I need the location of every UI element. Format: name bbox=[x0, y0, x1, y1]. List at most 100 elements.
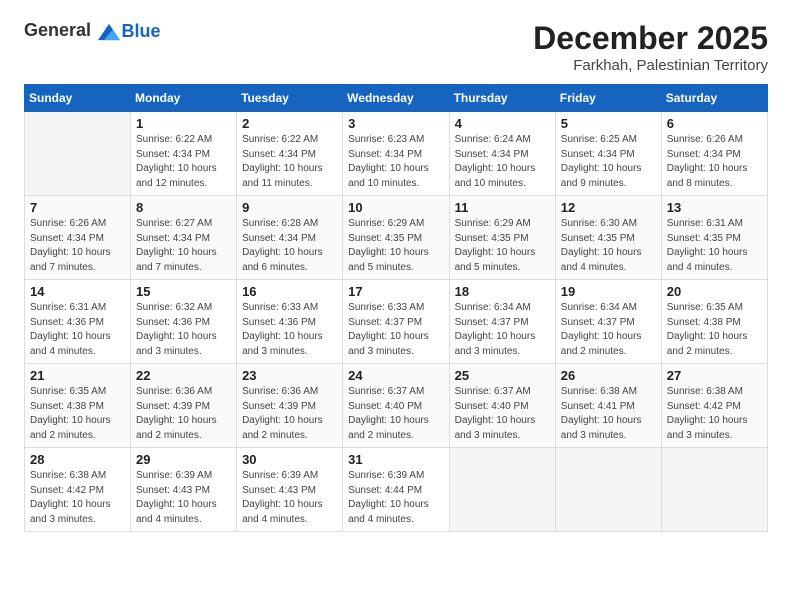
day-number: 24 bbox=[348, 368, 443, 383]
day-info: Sunrise: 6:26 AM Sunset: 4:34 PM Dayligh… bbox=[30, 218, 111, 273]
day-number: 9 bbox=[242, 200, 337, 215]
day-number: 5 bbox=[561, 116, 656, 131]
day-number: 16 bbox=[242, 284, 337, 299]
day-number: 30 bbox=[242, 452, 337, 467]
title-block: December 2025 Farkhah, Palestinian Terri… bbox=[533, 20, 768, 74]
calendar-cell: 1 Sunrise: 6:22 AM Sunset: 4:34 PM Daylig… bbox=[131, 112, 237, 196]
column-header-saturday: Saturday bbox=[661, 85, 767, 112]
day-info: Sunrise: 6:37 AM Sunset: 4:40 PM Dayligh… bbox=[348, 386, 429, 441]
calendar-cell: 8Sunrise: 6:27 AM Sunset: 4:34 PM Daylig… bbox=[131, 196, 237, 280]
logo-icon bbox=[98, 21, 120, 43]
day-number: 27 bbox=[667, 368, 762, 383]
day-info: Sunrise: 6:37 AM Sunset: 4:40 PM Dayligh… bbox=[455, 386, 536, 441]
calendar-cell: 28Sunrise: 6:38 AM Sunset: 4:42 PM Dayli… bbox=[25, 448, 131, 532]
day-info: Sunrise: 6:23 AM Sunset: 4:34 PM Dayligh… bbox=[348, 134, 429, 189]
logo-text-general: General bbox=[24, 20, 91, 40]
calendar-cell: 7 Sunrise: 6:26 AM Sunset: 4:34 PM Daylig… bbox=[25, 196, 131, 280]
calendar-cell: 3 Sunrise: 6:23 AM Sunset: 4:34 PM Daylig… bbox=[343, 112, 449, 196]
calendar-cell: 29Sunrise: 6:39 AM Sunset: 4:43 PM Dayli… bbox=[131, 448, 237, 532]
day-info: Sunrise: 6:28 AM Sunset: 4:34 PM Dayligh… bbox=[242, 218, 323, 273]
calendar-cell bbox=[25, 112, 131, 196]
day-info: Sunrise: 6:35 AM Sunset: 4:38 PM Dayligh… bbox=[667, 302, 748, 357]
calendar-cell: 26Sunrise: 6:38 AM Sunset: 4:41 PM Dayli… bbox=[555, 364, 661, 448]
day-number: 8 bbox=[136, 200, 231, 215]
day-number: 6 bbox=[667, 116, 762, 131]
day-info: Sunrise: 6:31 AM Sunset: 4:36 PM Dayligh… bbox=[30, 302, 111, 357]
day-number: 7 bbox=[30, 200, 125, 215]
day-info: Sunrise: 6:36 AM Sunset: 4:39 PM Dayligh… bbox=[242, 386, 323, 441]
day-info: Sunrise: 6:30 AM Sunset: 4:35 PM Dayligh… bbox=[561, 218, 642, 273]
day-number: 14 bbox=[30, 284, 125, 299]
column-header-sunday: Sunday bbox=[25, 85, 131, 112]
calendar-header-row: SundayMondayTuesdayWednesdayThursdayFrid… bbox=[25, 85, 768, 112]
day-info: Sunrise: 6:24 AM Sunset: 4:34 PM Dayligh… bbox=[455, 134, 536, 189]
day-number: 1 bbox=[136, 116, 231, 131]
calendar-cell: 12 Sunrise: 6:30 AM Sunset: 4:35 PM Dayli… bbox=[555, 196, 661, 280]
day-info: Sunrise: 6:34 AM Sunset: 4:37 PM Dayligh… bbox=[561, 302, 642, 357]
day-info: Sunrise: 6:39 AM Sunset: 4:44 PM Dayligh… bbox=[348, 470, 429, 525]
calendar-cell: 17Sunrise: 6:33 AM Sunset: 4:37 PM Dayli… bbox=[343, 280, 449, 364]
day-info: Sunrise: 6:38 AM Sunset: 4:42 PM Dayligh… bbox=[30, 470, 111, 525]
calendar-cell: 20 Sunrise: 6:35 AM Sunset: 4:38 PM Dayli… bbox=[661, 280, 767, 364]
day-number: 13 bbox=[667, 200, 762, 215]
calendar-cell: 31Sunrise: 6:39 AM Sunset: 4:44 PM Dayli… bbox=[343, 448, 449, 532]
calendar-cell: 14 Sunrise: 6:31 AM Sunset: 4:36 PM Dayli… bbox=[25, 280, 131, 364]
calendar-cell: 2Sunrise: 6:22 AM Sunset: 4:34 PM Daylig… bbox=[237, 112, 343, 196]
calendar-cell: 4 Sunrise: 6:24 AM Sunset: 4:34 PM Daylig… bbox=[449, 112, 555, 196]
day-info: Sunrise: 6:39 AM Sunset: 4:43 PM Dayligh… bbox=[136, 470, 217, 525]
week-row-5: 28Sunrise: 6:38 AM Sunset: 4:42 PM Dayli… bbox=[25, 448, 768, 532]
day-number: 3 bbox=[348, 116, 443, 131]
day-info: Sunrise: 6:33 AM Sunset: 4:37 PM Dayligh… bbox=[348, 302, 429, 357]
day-info: Sunrise: 6:38 AM Sunset: 4:42 PM Dayligh… bbox=[667, 386, 748, 441]
calendar-cell: 16 Sunrise: 6:33 AM Sunset: 4:36 PM Dayli… bbox=[237, 280, 343, 364]
column-header-friday: Friday bbox=[555, 85, 661, 112]
day-info: Sunrise: 6:33 AM Sunset: 4:36 PM Dayligh… bbox=[242, 302, 323, 357]
calendar-cell: 30Sunrise: 6:39 AM Sunset: 4:43 PM Dayli… bbox=[237, 448, 343, 532]
day-info: Sunrise: 6:31 AM Sunset: 4:35 PM Dayligh… bbox=[667, 218, 748, 273]
calendar-cell: 25 Sunrise: 6:37 AM Sunset: 4:40 PM Dayli… bbox=[449, 364, 555, 448]
day-number: 23 bbox=[242, 368, 337, 383]
calendar-cell: 5 Sunrise: 6:25 AM Sunset: 4:34 PM Daylig… bbox=[555, 112, 661, 196]
calendar-cell: 10Sunrise: 6:29 AM Sunset: 4:35 PM Dayli… bbox=[343, 196, 449, 280]
day-number: 21 bbox=[30, 368, 125, 383]
day-number: 25 bbox=[455, 368, 550, 383]
calendar-cell: 13 Sunrise: 6:31 AM Sunset: 4:35 PM Dayli… bbox=[661, 196, 767, 280]
day-info: Sunrise: 6:29 AM Sunset: 4:35 PM Dayligh… bbox=[455, 218, 536, 273]
week-row-1: 1 Sunrise: 6:22 AM Sunset: 4:34 PM Daylig… bbox=[25, 112, 768, 196]
calendar-cell: 11 Sunrise: 6:29 AM Sunset: 4:35 PM Dayli… bbox=[449, 196, 555, 280]
page-header: General Blue December 2025 Farkhah, Pale… bbox=[24, 20, 768, 74]
day-number: 10 bbox=[348, 200, 443, 215]
day-number: 12 bbox=[561, 200, 656, 215]
calendar-cell: 24 Sunrise: 6:37 AM Sunset: 4:40 PM Dayli… bbox=[343, 364, 449, 448]
calendar-cell: 18Sunrise: 6:34 AM Sunset: 4:37 PM Dayli… bbox=[449, 280, 555, 364]
calendar-cell: 21Sunrise: 6:35 AM Sunset: 4:38 PM Dayli… bbox=[25, 364, 131, 448]
day-info: Sunrise: 6:36 AM Sunset: 4:39 PM Dayligh… bbox=[136, 386, 217, 441]
logo: General Blue bbox=[24, 20, 161, 43]
day-number: 22 bbox=[136, 368, 231, 383]
column-header-monday: Monday bbox=[131, 85, 237, 112]
calendar-cell: 22 Sunrise: 6:36 AM Sunset: 4:39 PM Dayli… bbox=[131, 364, 237, 448]
week-row-4: 21Sunrise: 6:35 AM Sunset: 4:38 PM Dayli… bbox=[25, 364, 768, 448]
calendar-cell: 6 Sunrise: 6:26 AM Sunset: 4:34 PM Daylig… bbox=[661, 112, 767, 196]
day-info: Sunrise: 6:32 AM Sunset: 4:36 PM Dayligh… bbox=[136, 302, 217, 357]
day-info: Sunrise: 6:34 AM Sunset: 4:37 PM Dayligh… bbox=[455, 302, 536, 357]
day-number: 2 bbox=[242, 116, 337, 131]
column-header-thursday: Thursday bbox=[449, 85, 555, 112]
calendar-cell bbox=[555, 448, 661, 532]
day-number: 20 bbox=[667, 284, 762, 299]
main-title: December 2025 bbox=[533, 20, 768, 57]
day-info: Sunrise: 6:25 AM Sunset: 4:34 PM Dayligh… bbox=[561, 134, 642, 189]
week-row-2: 7 Sunrise: 6:26 AM Sunset: 4:34 PM Daylig… bbox=[25, 196, 768, 280]
day-number: 15 bbox=[136, 284, 231, 299]
calendar-cell: 19 Sunrise: 6:34 AM Sunset: 4:37 PM Dayli… bbox=[555, 280, 661, 364]
calendar-table: SundayMondayTuesdayWednesdayThursdayFrid… bbox=[24, 84, 768, 532]
day-number: 11 bbox=[455, 200, 550, 215]
column-header-tuesday: Tuesday bbox=[237, 85, 343, 112]
day-number: 19 bbox=[561, 284, 656, 299]
day-number: 4 bbox=[455, 116, 550, 131]
calendar-cell bbox=[661, 448, 767, 532]
day-info: Sunrise: 6:22 AM Sunset: 4:34 PM Dayligh… bbox=[136, 134, 217, 189]
day-info: Sunrise: 6:26 AM Sunset: 4:34 PM Dayligh… bbox=[667, 134, 748, 189]
calendar-cell: 9 Sunrise: 6:28 AM Sunset: 4:34 PM Daylig… bbox=[237, 196, 343, 280]
week-row-3: 14 Sunrise: 6:31 AM Sunset: 4:36 PM Dayli… bbox=[25, 280, 768, 364]
